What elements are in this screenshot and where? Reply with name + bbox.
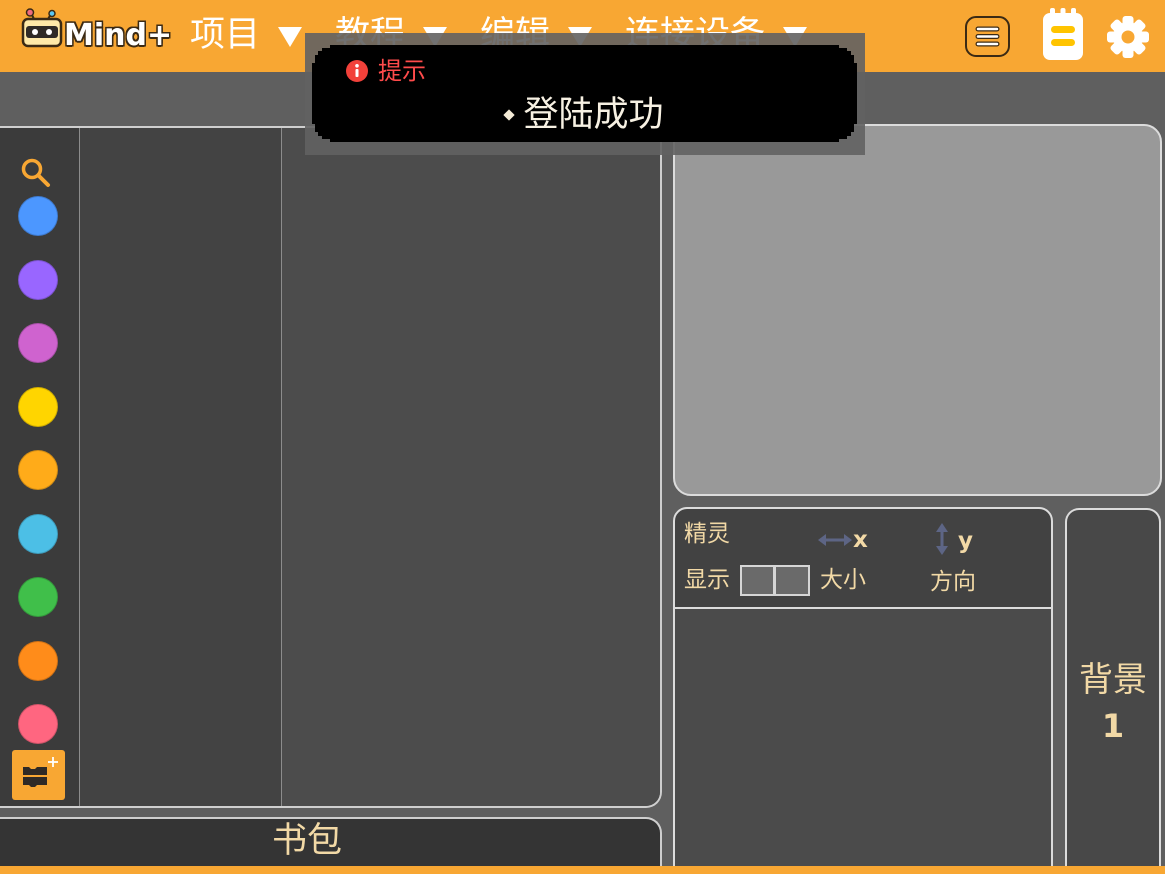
category-button[interactable] (18, 259, 58, 300)
robot-logo-icon (21, 8, 63, 48)
stage-canvas[interactable] (673, 124, 1162, 496)
backpack-header[interactable]: 书包 (0, 817, 662, 866)
bottom-strip (0, 866, 1165, 874)
toast-message: 登陆成功 (523, 95, 664, 135)
backdrop-label: 背景 (1079, 660, 1147, 700)
hide-sprite-toggle[interactable] (775, 565, 810, 596)
category-button[interactable] (18, 704, 58, 744)
dropdown-arrow-icon (278, 26, 303, 47)
category-button[interactable] (18, 640, 58, 681)
gear-icon[interactable] (1104, 13, 1152, 61)
menu-label: 项目 (190, 15, 261, 55)
show-sprite-toggle[interactable] (740, 565, 775, 596)
hamburger-menu-icon[interactable] (964, 15, 1011, 58)
category-button[interactable] (18, 196, 58, 236)
x-label: x (853, 527, 868, 553)
logo-text: Mind+ (64, 18, 173, 53)
stage-target-panel[interactable]: 背景 1 (1065, 508, 1161, 866)
menu-project[interactable]: 项目 (190, 14, 303, 56)
blocks-panel (0, 126, 662, 808)
direction-label: 方向 (930, 569, 976, 595)
category-button[interactable] (18, 577, 58, 617)
block-palette (80, 128, 282, 806)
y-label: y (958, 528, 973, 554)
backdrop-count: 1 (1101, 707, 1125, 745)
toast-message-row: 登陆成功 (312, 95, 857, 135)
notebook-icon[interactable] (1039, 7, 1087, 63)
toast-title: 提示 (378, 57, 426, 85)
script-workspace[interactable] (282, 128, 660, 806)
show-label: 显示 (684, 567, 730, 593)
diamond-bullet-icon (503, 109, 516, 121)
category-button[interactable] (18, 450, 58, 490)
search-icon[interactable] (20, 157, 52, 189)
category-button[interactable] (18, 513, 58, 554)
horizontal-arrow-icon (818, 534, 852, 546)
info-icon (346, 60, 368, 82)
add-extension-button[interactable] (12, 750, 65, 800)
category-button[interactable] (18, 386, 58, 427)
sprite-info-panel: 精灵 x y 显示 大小 方向 (673, 507, 1053, 609)
visibility-toggle-group (740, 565, 810, 596)
category-menu (0, 128, 80, 806)
sprite-label: 精灵 (684, 521, 730, 547)
toast-notification: 提示 登陆成功 (305, 33, 865, 155)
category-list (18, 196, 58, 768)
toast-box: 提示 登陆成功 (312, 45, 857, 142)
size-label: 大小 (820, 567, 866, 593)
category-button[interactable] (18, 323, 58, 363)
sprite-list (673, 609, 1053, 866)
backpack-label: 书包 (271, 821, 342, 861)
vertical-arrow-icon (936, 523, 948, 555)
add-extension-icon (23, 757, 58, 787)
